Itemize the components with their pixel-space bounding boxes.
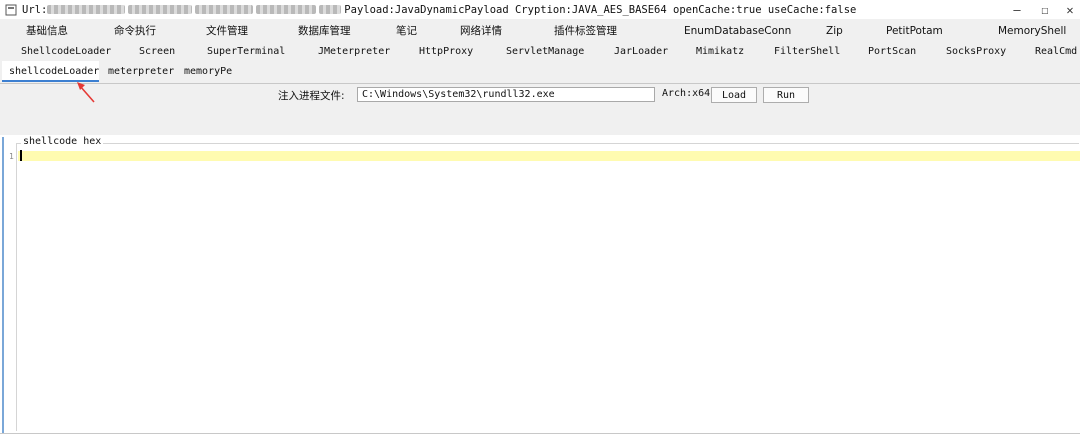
app-icon [5,4,17,15]
inject-process-label: 注入进程文件: [278,90,345,102]
tab-notes[interactable]: 笔记 [396,20,417,41]
redacted-url-part [47,5,126,14]
line-number: 1 [9,152,14,161]
close-button[interactable]: ✕ [1055,0,1080,19]
title-bar: Url: Payload:JavaDynamicPayload Cryption… [0,0,1080,19]
current-line-highlight [18,151,1080,161]
tab-socksproxy[interactable]: SocksProxy [946,41,1006,62]
subtab-memorype[interactable]: memoryPe [184,61,232,82]
tab-filtershell[interactable]: FilterShell [774,41,840,62]
text-caret [20,150,22,161]
tab-enum-database-conn[interactable]: EnumDatabaseConn [684,20,791,41]
tab-mimikatz[interactable]: Mimikatz [696,41,744,62]
tab-database-manager[interactable]: 数据库管理 [298,20,351,41]
tab-httpproxy[interactable]: HttpProxy [419,41,473,62]
tab-command-exec[interactable]: 命令执行 [114,20,156,41]
main-tabs-row1: 基础信息 命令执行 文件管理 数据库管理 笔记 网络详情 插件标签管理 Enum… [0,20,1080,41]
redacted-url-part [195,5,254,14]
editor-title: shellcode hex [21,136,104,147]
window-bottom-border [0,433,1080,434]
tab-superterminal[interactable]: SuperTerminal [207,41,285,62]
editor-border [16,143,1079,431]
sub-tabs: shellcodeLoader meterpreter memoryPe [0,61,1080,84]
redacted-url-part [319,5,342,14]
tool-panel: 基础信息 命令执行 文件管理 数据库管理 笔记 网络详情 插件标签管理 Enum… [0,19,1080,135]
subtab-shellcodeloader[interactable]: shellcodeLoader [2,61,99,82]
annotation-arrow-icon [77,82,95,103]
tab-screen[interactable]: Screen [139,41,175,62]
payload-info: Payload:JavaDynamicPayload Cryption:JAVA… [344,3,857,16]
tab-portscan[interactable]: PortScan [868,41,916,62]
tab-zip[interactable]: Zip [826,20,843,41]
tab-jmeterpreter[interactable]: JMeterpreter [318,41,390,62]
subtab-meterpreter[interactable]: meterpreter [108,61,174,82]
redacted-url-part [256,5,317,14]
tab-basic-info[interactable]: 基础信息 [26,20,68,41]
tab-shellcodeloader[interactable]: ShellcodeLoader [21,41,111,62]
tab-servletmanage[interactable]: ServletManage [506,41,584,62]
main-tabs-row2: ShellcodeLoader Screen SuperTerminal JMe… [0,41,1080,62]
tab-network-details[interactable]: 网络详情 [460,20,502,41]
tab-file-manager[interactable]: 文件管理 [206,20,248,41]
tab-realcmd[interactable]: RealCmd [1035,41,1077,62]
arch-label: Arch:x64 [662,88,711,99]
run-button[interactable]: Run [763,87,809,103]
tab-petitpotam[interactable]: PetitPotam [886,20,943,41]
shellcode-editor-panel: shellcode hex 1 [2,136,1080,433]
load-button[interactable]: Load [711,87,757,103]
tab-plugin-tags[interactable]: 插件标签管理 [554,20,617,41]
redacted-url-part [128,5,193,14]
tab-jarloader[interactable]: JarLoader [614,41,668,62]
tab-memoryshell[interactable]: MemoryShell [998,20,1066,41]
window-title: Url: Payload:JavaDynamicPayload Cryption… [22,4,856,16]
minimize-button[interactable]: — [1002,0,1032,19]
url-label: Url: [22,3,48,16]
process-path-input[interactable]: C:\Windows\System32\rundll32.exe [357,87,655,102]
